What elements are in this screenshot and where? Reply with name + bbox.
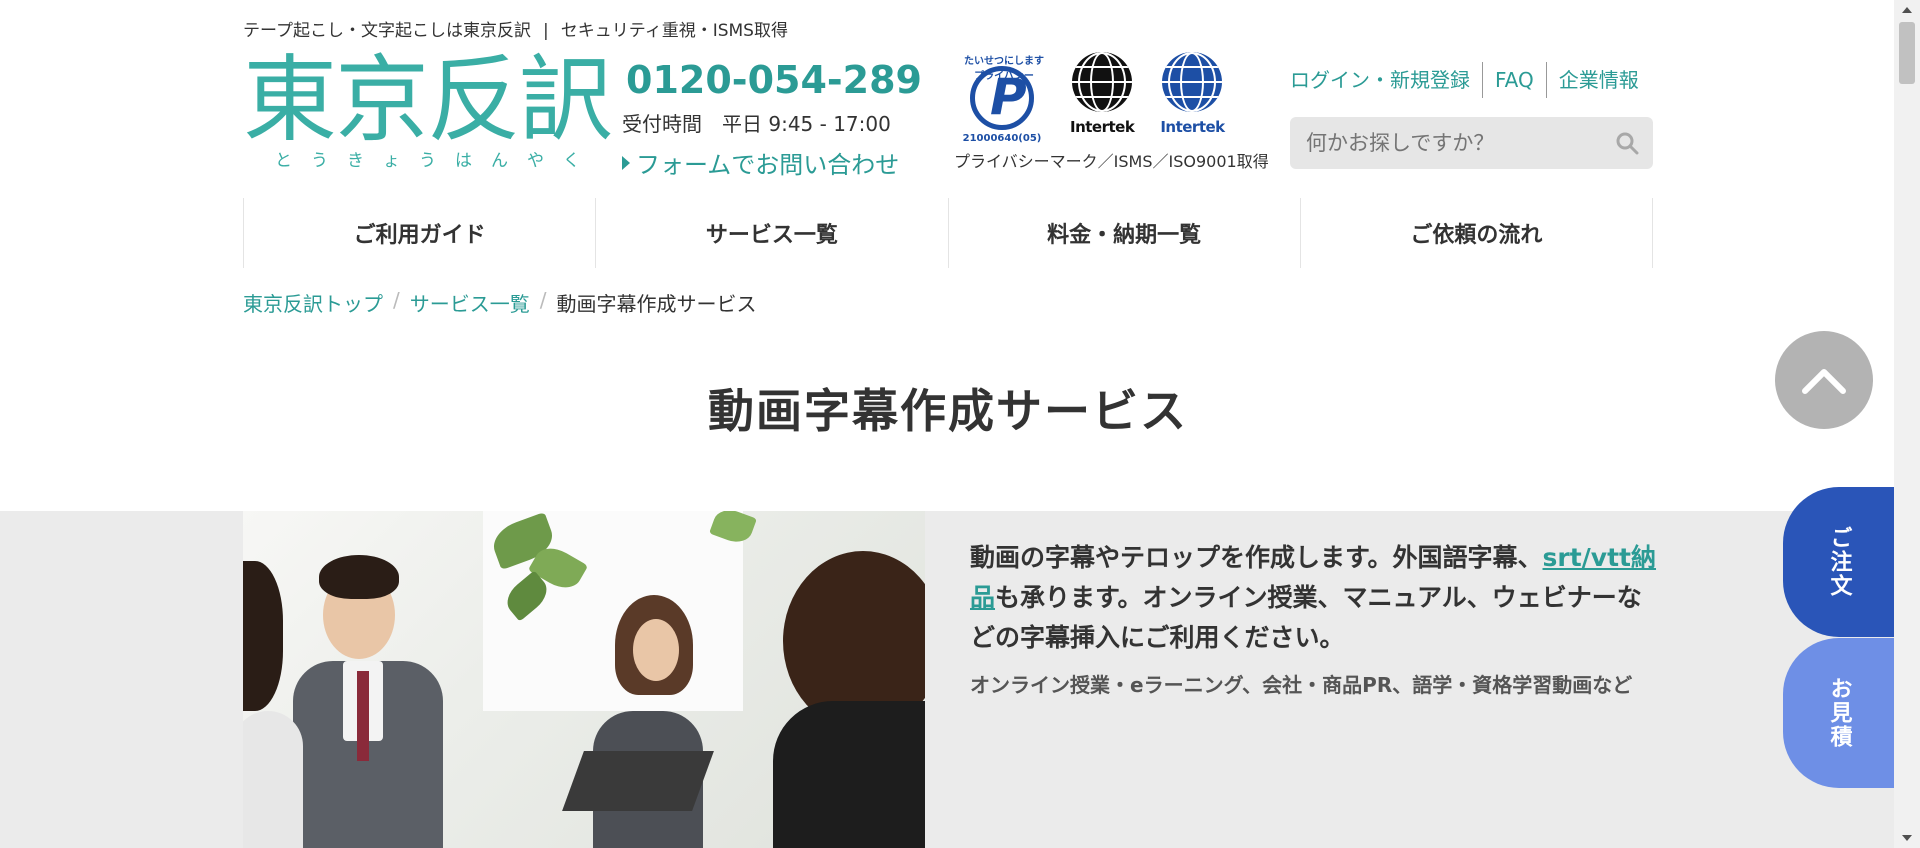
logo-text: 東京反訳: [243, 46, 613, 155]
search-input[interactable]: [1290, 131, 1601, 155]
nav-order-flow[interactable]: ご依頼の流れ: [1299, 198, 1653, 268]
globe-icon: [1072, 52, 1133, 112]
main-nav: ご利用ガイド サービス一覧 料金・納期一覧 ご依頼の流れ: [243, 198, 1653, 268]
breadcrumb-home[interactable]: 東京反訳トップ: [243, 288, 383, 317]
search-icon: [1616, 132, 1639, 155]
contact-form-label: フォームでお問い合わせ: [636, 151, 900, 179]
hero-lead-part2: も承ります。オンライン授業、マニュアル、ウェビナーなどの字幕挿入にご利用ください…: [970, 583, 1642, 652]
tagline-separator: |: [542, 21, 549, 41]
nav-service-list[interactable]: サービス一覧: [595, 198, 947, 268]
hero-description: 動画の字幕やテロップを作成します。外国語字幕、srt/vtt納品も承ります。オン…: [970, 538, 1660, 704]
chevron-up-icon: [1802, 369, 1846, 394]
phone-number: 0120-054-289: [626, 58, 922, 102]
cert-caption: プライバシーマーク／ISMS／ISO9001取得: [954, 152, 1269, 171]
hero-image: [243, 511, 925, 848]
back-to-top-button[interactable]: [1775, 331, 1873, 429]
scroll-down-arrow-icon[interactable]: [1894, 828, 1920, 848]
page-title: 動画字幕作成サービス: [708, 384, 1188, 438]
company-info-link[interactable]: 企業情報: [1545, 62, 1651, 98]
phone-number-link[interactable]: 0120-054-289: [622, 54, 922, 106]
nav-usage-guide[interactable]: ご利用ガイド: [243, 198, 595, 268]
intertek-label-isms: Intertek: [1070, 118, 1135, 136]
tagline-right: セキュリティ重視・ISMS取得: [560, 21, 788, 41]
business-hours: 受付時間 平日 9:45 - 17:00: [622, 112, 891, 136]
page-scrollbar[interactable]: [1894, 0, 1920, 848]
nav-pricing[interactable]: 料金・納期一覧: [947, 198, 1300, 268]
triangle-right-icon: [622, 155, 630, 170]
breadcrumb: 東京反訳トップ / サービス一覧 / 動画字幕作成サービス: [243, 288, 757, 317]
breadcrumb-separator: /: [539, 288, 547, 312]
estimate-button[interactable]: お見積: [1783, 638, 1894, 788]
breadcrumb-current: 動画字幕作成サービス: [556, 292, 757, 316]
isms-intertek-logo: Intertek: [1070, 52, 1135, 136]
tagline-left: テープ起こし・文字起こしは東京反訳: [243, 21, 531, 41]
hero-lead-part1: 動画の字幕やテロップを作成します。外国語字幕、: [970, 543, 1543, 572]
contact-form-link[interactable]: フォームでお問い合わせ: [622, 145, 922, 180]
privacy-mark-number: 21000640(05): [962, 133, 1042, 144]
iso9001-intertek-logo: Intertek: [1160, 52, 1225, 136]
search-box: [1290, 117, 1653, 169]
intertek-label-iso: Intertek: [1160, 118, 1225, 136]
scroll-up-arrow-icon[interactable]: [1894, 0, 1920, 20]
privacy-mark-logo: たいせつにしますプライバシー P 21000640(05): [960, 52, 1044, 144]
logo-kana: とうきょうはんやく: [275, 151, 599, 171]
hero-lead: 動画の字幕やテロップを作成します。外国語字幕、srt/vtt納品も承ります。オン…: [970, 538, 1660, 658]
scroll-thumb[interactable]: [1899, 22, 1915, 84]
breadcrumb-separator: /: [393, 288, 400, 312]
certifications: たいせつにしますプライバシー P 21000640(05) Intertek I…: [954, 52, 1269, 172]
search-button[interactable]: [1601, 117, 1653, 169]
order-button[interactable]: ご注文: [1783, 487, 1894, 637]
globe-icon: [1162, 52, 1223, 112]
faq-link[interactable]: FAQ: [1482, 62, 1546, 98]
site-logo[interactable]: 東京反訳 とうきょうはんやく: [243, 46, 613, 172]
header-tagline: テープ起こし・文字起こしは東京反訳 | セキュリティ重視・ISMS取得: [243, 16, 788, 41]
login-register-link[interactable]: ログイン・新規登録: [1290, 62, 1482, 98]
hero-use-cases: オンライン授業・eラーニング、会社・商品PR、語学・資格学習動画など: [970, 673, 1633, 697]
contact-block: 0120-054-289 受付時間 平日 9:45 - 17:00 フォームでお…: [622, 54, 922, 180]
breadcrumb-services[interactable]: サービス一覧: [410, 288, 530, 317]
header-links: ログイン・新規登録 FAQ 企業情報: [1290, 62, 1651, 98]
